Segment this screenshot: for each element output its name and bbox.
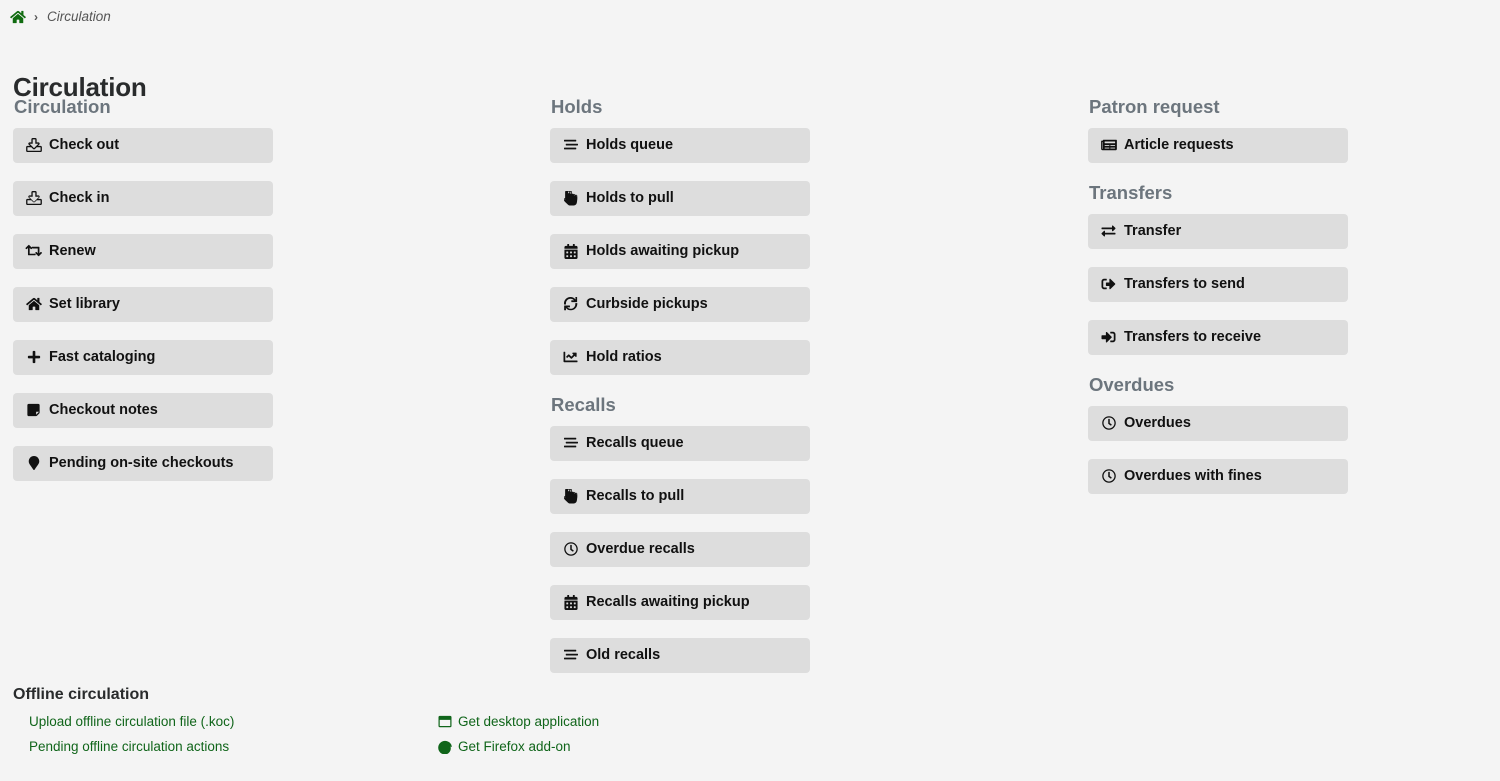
sync-icon (562, 297, 579, 312)
button-recalls-awaiting-pickup[interactable]: Recalls awaiting pickup (550, 584, 810, 620)
calendar-icon (562, 243, 579, 259)
button-label: Holds queue (586, 137, 674, 154)
button-overdues[interactable]: Overdues (1088, 405, 1348, 441)
button-label: Check out (49, 137, 120, 154)
button-check-in[interactable]: Check in (13, 180, 273, 216)
button-hold-ratios[interactable]: Hold ratios (550, 339, 810, 375)
breadcrumb-separator: › (34, 9, 38, 24)
button-label: Check in (49, 190, 110, 207)
calendar-icon (562, 594, 579, 610)
button-label: Checkout notes (49, 402, 158, 419)
map-marker-icon (25, 456, 42, 471)
upload-icon (25, 138, 42, 153)
firefox-icon (437, 740, 452, 754)
sign-out-icon (1100, 277, 1117, 292)
button-label: Transfers to send (1124, 276, 1245, 293)
button-transfers-to-send[interactable]: Transfers to send (1088, 266, 1348, 302)
offline-link-pending-offline-circulation-actions[interactable]: Pending offline circulation actions (29, 739, 229, 754)
button-label: Pending on-site checkouts (49, 455, 234, 472)
offline-link-label: Pending offline circulation actions (29, 739, 230, 754)
column-circulation: Circulation Check out Check in Renew Set lib… (13, 95, 273, 481)
button-checkout-notes[interactable]: Checkout notes (13, 392, 273, 428)
breadcrumb-current: Circulation (47, 9, 111, 24)
circulation-page: › Circulation Circulation Circulation Che… (0, 0, 1500, 781)
home-icon[interactable] (10, 10, 26, 24)
button-renew[interactable]: Renew (13, 233, 273, 269)
chart-line-icon (562, 350, 579, 365)
stream-list-icon (562, 436, 579, 451)
button-label: Overdues with fines (1124, 468, 1262, 485)
button-label: Overdues (1124, 415, 1191, 432)
section-heading-transfers: Transfers (1089, 181, 1173, 203)
clock-icon (1100, 469, 1117, 484)
button-old-recalls[interactable]: Old recalls (550, 637, 810, 673)
section-heading-recalls: Recalls (551, 393, 616, 415)
button-label: Holds to pull (586, 190, 674, 207)
hand-pointer-icon (562, 190, 579, 206)
column-holds-recalls: Holds Holds queue Holds to pull Holds await… (550, 95, 810, 673)
button-overdue-recalls[interactable]: Overdue recalls (550, 531, 810, 567)
hand-pointer-icon (562, 488, 579, 504)
plus-icon (25, 350, 42, 365)
button-label: Hold ratios (586, 349, 662, 366)
button-label: Fast cataloging (49, 349, 156, 366)
button-label: Recalls to pull (586, 488, 685, 505)
offline-link-get-desktop-application[interactable]: Get desktop application (437, 714, 599, 729)
offline-circulation-heading: Offline circulation (13, 686, 150, 703)
breadcrumb: › Circulation (0, 0, 1500, 33)
button-curbside-pickups[interactable]: Curbside pickups (550, 286, 810, 322)
button-label: Recalls awaiting pickup (586, 594, 750, 611)
button-transfers-to-receive[interactable]: Transfers to receive (1088, 319, 1348, 355)
section-heading-overdues: Overdues (1089, 373, 1175, 395)
button-label: Renew (49, 243, 96, 260)
button-check-out[interactable]: Check out (13, 127, 273, 163)
offline-link-upload-offline-circulation-file-koc[interactable]: Upload offline circulation file (.koc) (29, 714, 234, 729)
button-label: Curbside pickups (586, 296, 708, 313)
offline-circulation-section: Offline circulation Upload offline circu… (13, 686, 1493, 774)
button-overdues-with-fines[interactable]: Overdues with fines (1088, 458, 1348, 494)
button-label: Holds awaiting pickup (586, 243, 740, 260)
button-label: Overdue recalls (586, 541, 695, 558)
button-label: Recalls queue (586, 435, 684, 452)
button-article-requests[interactable]: Article requests (1088, 127, 1348, 163)
section-heading-holds: Holds (551, 96, 603, 117)
clock-icon (1100, 416, 1117, 431)
button-set-library[interactable]: Set library (13, 286, 273, 322)
button-recalls-to-pull[interactable]: Recalls to pull (550, 478, 810, 514)
button-label: Old recalls (586, 647, 661, 664)
button-fast-cataloging[interactable]: Fast cataloging (13, 339, 273, 375)
retweet-icon (25, 244, 42, 259)
sign-in-icon (1100, 330, 1117, 345)
button-transfer[interactable]: Transfer (1088, 213, 1348, 249)
window-icon (437, 715, 452, 729)
button-holds-to-pull[interactable]: Holds to pull (550, 180, 810, 216)
stream-list-icon (562, 648, 579, 663)
offline-link-get-firefox-add-on[interactable]: Get Firefox add-on (437, 739, 571, 754)
button-label: Transfer (1124, 223, 1182, 240)
newspaper-icon (1100, 138, 1117, 153)
sticky-note-icon (25, 403, 42, 418)
stream-list-icon (562, 138, 579, 153)
offline-link-label: Upload offline circulation file (.koc) (29, 714, 235, 729)
offline-link-label: Get desktop application (458, 714, 600, 729)
button-label: Transfers to receive (1124, 329, 1262, 346)
section-heading-circulation: Circulation (14, 96, 111, 117)
clock-icon (562, 542, 579, 557)
right-left-arrows-icon (1100, 224, 1117, 239)
button-label: Article requests (1124, 137, 1234, 154)
section-heading-patron-request: Patron request (1089, 96, 1220, 117)
offline-links: Upload offline circulation file (.koc) Pe… (13, 714, 1493, 774)
button-holds-awaiting-pickup[interactable]: Holds awaiting pickup (550, 233, 810, 269)
column-requests-transfers-overdues: Patron request Article requests Transfers T… (1088, 95, 1348, 494)
offline-link-label: Get Firefox add-on (458, 739, 571, 754)
button-recalls-queue[interactable]: Recalls queue (550, 425, 810, 461)
button-pending-on-site-checkouts[interactable]: Pending on-site checkouts (13, 445, 273, 481)
button-label: Set library (49, 296, 120, 313)
home-icon (25, 297, 42, 312)
download-icon (25, 191, 42, 206)
button-holds-queue[interactable]: Holds queue (550, 127, 810, 163)
